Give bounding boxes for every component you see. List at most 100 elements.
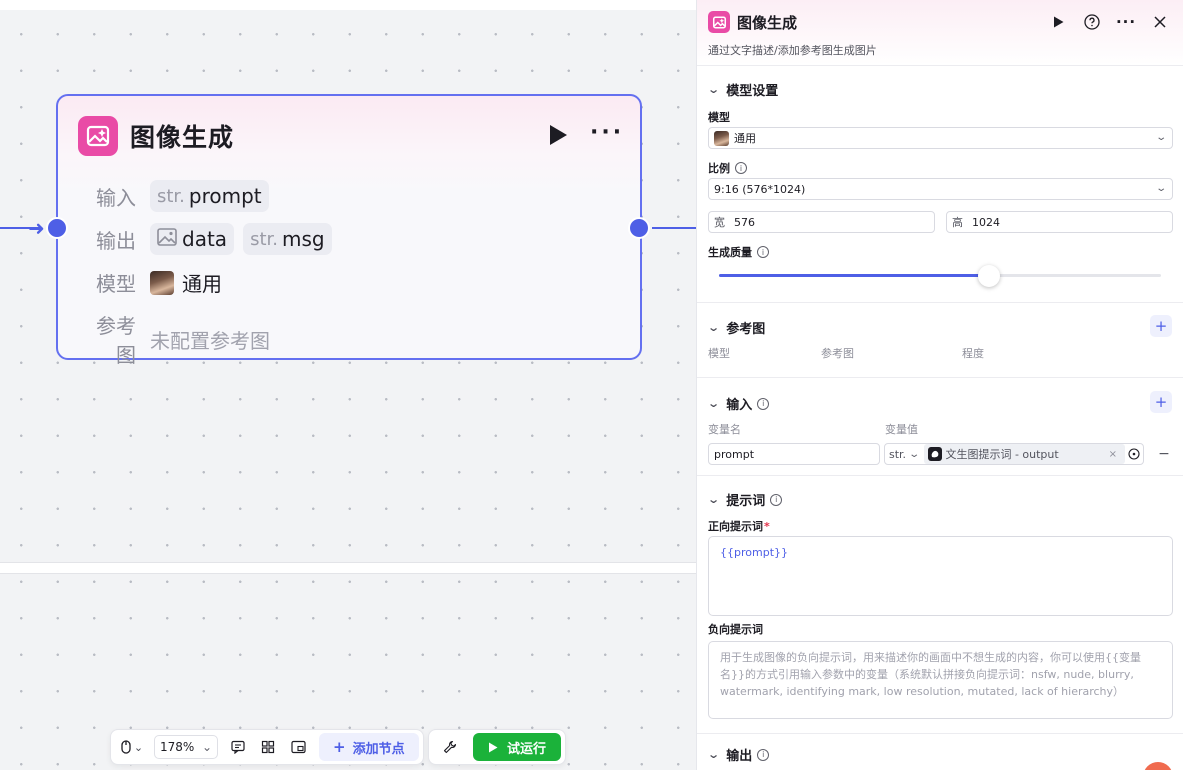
- section-title: 提示词: [726, 494, 766, 509]
- outgoing-edge[interactable]: [652, 227, 696, 229]
- mouse-icon: [121, 740, 131, 754]
- node-output-row: 输出 data str. msg: [78, 223, 341, 255]
- var-name-value: prompt: [714, 447, 755, 461]
- mouse-mode-toggle[interactable]: ⌄: [115, 740, 149, 754]
- col-head-degree: 程度: [962, 347, 984, 360]
- model-value: 通用: [734, 132, 756, 145]
- chevron-down-icon: ⌄: [707, 321, 721, 334]
- inputs-header[interactable]: ⌄ 输入 i: [707, 394, 770, 413]
- outputs-header[interactable]: ⌄ 输出 i: [707, 745, 770, 764]
- input-port[interactable]: [46, 217, 68, 239]
- var-value-input[interactable]: str. ⌄ 文生图提示词 - output ×: [884, 443, 1144, 465]
- model-select[interactable]: 通用 ⌄: [708, 127, 1173, 149]
- info-icon[interactable]: i: [735, 162, 747, 174]
- divider: [697, 302, 1183, 303]
- play-icon: [488, 742, 498, 752]
- layout-button[interactable]: [253, 735, 283, 759]
- prompt-header[interactable]: ⌄ 提示词 i: [707, 490, 783, 509]
- info-icon[interactable]: i: [757, 246, 769, 258]
- chevron-down-icon: ⌄: [908, 448, 921, 460]
- info-icon[interactable]: i: [757, 748, 770, 761]
- minimap-icon: [290, 740, 306, 754]
- debug-tool-button[interactable]: [435, 735, 465, 759]
- ratio-label-text: 比例: [708, 162, 730, 175]
- test-run-label: 试运行: [506, 741, 546, 757]
- chevron-down-icon: ⌄: [1154, 132, 1167, 143]
- clear-icon[interactable]: ×: [1109, 449, 1117, 460]
- zoom-select[interactable]: 178% ⌄: [154, 735, 218, 759]
- negative-prompt-placeholder: 用于生成图像的负向提示词，用来描述你的画面中不想生成的内容，你可以使用{{变量名…: [720, 651, 1141, 698]
- col-head-ref: 参考图: [821, 347, 854, 360]
- divider: [697, 733, 1183, 734]
- height-prefix: 高: [952, 216, 963, 229]
- quality-slider[interactable]: [719, 265, 1161, 287]
- remove-input-button[interactable]: −: [1156, 444, 1172, 464]
- height-value: 1024: [972, 215, 1000, 229]
- image-generate-icon: [708, 11, 730, 33]
- node-model-label: 模型: [96, 272, 136, 296]
- chip-name: data: [182, 227, 228, 251]
- wrench-icon: [443, 740, 457, 754]
- positive-prompt-textarea[interactable]: {{prompt}}: [708, 536, 1173, 616]
- node-input-row: 输入 str. prompt: [78, 180, 278, 212]
- plus-icon: +: [1154, 317, 1168, 335]
- chevron-down-icon: ⌄: [707, 493, 721, 506]
- model-settings-header[interactable]: ⌄ 模型设置: [707, 80, 779, 99]
- close-icon[interactable]: [1150, 12, 1170, 32]
- comment-button[interactable]: [223, 735, 253, 759]
- help-icon: [1084, 14, 1100, 30]
- node-ref-label: 参考图: [96, 314, 136, 367]
- zoom-value: 178%: [160, 740, 195, 754]
- divider: [697, 475, 1183, 476]
- grid-icon: [261, 740, 275, 754]
- var-name-input[interactable]: prompt: [708, 443, 880, 465]
- negative-prompt-textarea[interactable]: 用于生成图像的负向提示词，用来描述你的画面中不想生成的内容，你可以使用{{变量名…: [708, 641, 1173, 719]
- width-input[interactable]: 宽 576: [708, 211, 935, 233]
- variable-picker-icon[interactable]: [1125, 448, 1143, 460]
- image-type-icon: [157, 227, 177, 251]
- ratio-select[interactable]: 9:16 (576*1024) ⌄: [708, 178, 1173, 200]
- image-generate-icon: [78, 116, 118, 156]
- chip-name: msg: [281, 227, 325, 251]
- add-reference-button[interactable]: +: [1150, 315, 1172, 337]
- image-generation-node[interactable]: 图像生成 ··· 输入 str. prompt 输出 data str. msg: [56, 94, 642, 367]
- info-icon[interactable]: i: [770, 493, 783, 506]
- add-node-button[interactable]: + 添加节点: [319, 733, 419, 761]
- node-output-label: 输出: [96, 228, 136, 253]
- var-ref-tag[interactable]: 文生图提示词 - output ×: [924, 444, 1125, 464]
- model-label: 模型: [708, 111, 730, 124]
- section-title: 模型设置: [726, 84, 779, 99]
- divider: [697, 377, 1183, 378]
- more-icon[interactable]: ···: [590, 120, 624, 145]
- negative-prompt-label: 负向提示词: [708, 623, 763, 636]
- node-settings-panel: 图像生成 通过文字描述/添加参考图生成图片 ··· ⌄ 模型设置 模型 通用 ⌄…: [696, 0, 1183, 770]
- minimap-button[interactable]: [283, 735, 313, 759]
- height-input[interactable]: 高 1024: [946, 211, 1173, 233]
- node-input-label: 输入: [96, 185, 136, 210]
- play-icon[interactable]: [548, 124, 568, 146]
- type-tag: str.: [250, 228, 278, 250]
- run-node-button[interactable]: [1048, 12, 1068, 32]
- section-title: 输出: [726, 749, 753, 764]
- var-type-select[interactable]: str.: [889, 448, 906, 461]
- add-input-button[interactable]: +: [1150, 391, 1172, 413]
- quality-label: 生成质量 i: [708, 244, 769, 260]
- test-run-button[interactable]: 试运行: [473, 733, 561, 761]
- quality-slider-thumb[interactable]: [978, 265, 1000, 287]
- output-port[interactable]: [628, 217, 650, 239]
- more-icon[interactable]: ···: [1116, 12, 1136, 32]
- panel-header: 图像生成 通过文字描述/添加参考图生成图片 ···: [697, 0, 1183, 66]
- help-button[interactable]: [1082, 12, 1102, 32]
- reference-header[interactable]: ⌄ 参考图: [707, 318, 765, 337]
- chevron-down-icon: ⌄: [201, 740, 212, 754]
- col-head-model: 模型: [708, 347, 730, 360]
- edge-arrow-icon: ➜: [28, 216, 45, 240]
- node-model-row: 模型 通用: [78, 268, 222, 297]
- add-node-label: 添加节点: [352, 741, 405, 757]
- node-title: 图像生成: [130, 123, 235, 152]
- chip-name: prompt: [188, 184, 262, 208]
- workflow-canvas[interactable]: ➜ 图像生成 ··· 输入 str. prompt 输出 data str. m…: [0, 0, 696, 770]
- info-icon[interactable]: i: [757, 397, 770, 410]
- play-icon: [1053, 16, 1063, 28]
- col-head-var-value: 变量值: [885, 423, 918, 436]
